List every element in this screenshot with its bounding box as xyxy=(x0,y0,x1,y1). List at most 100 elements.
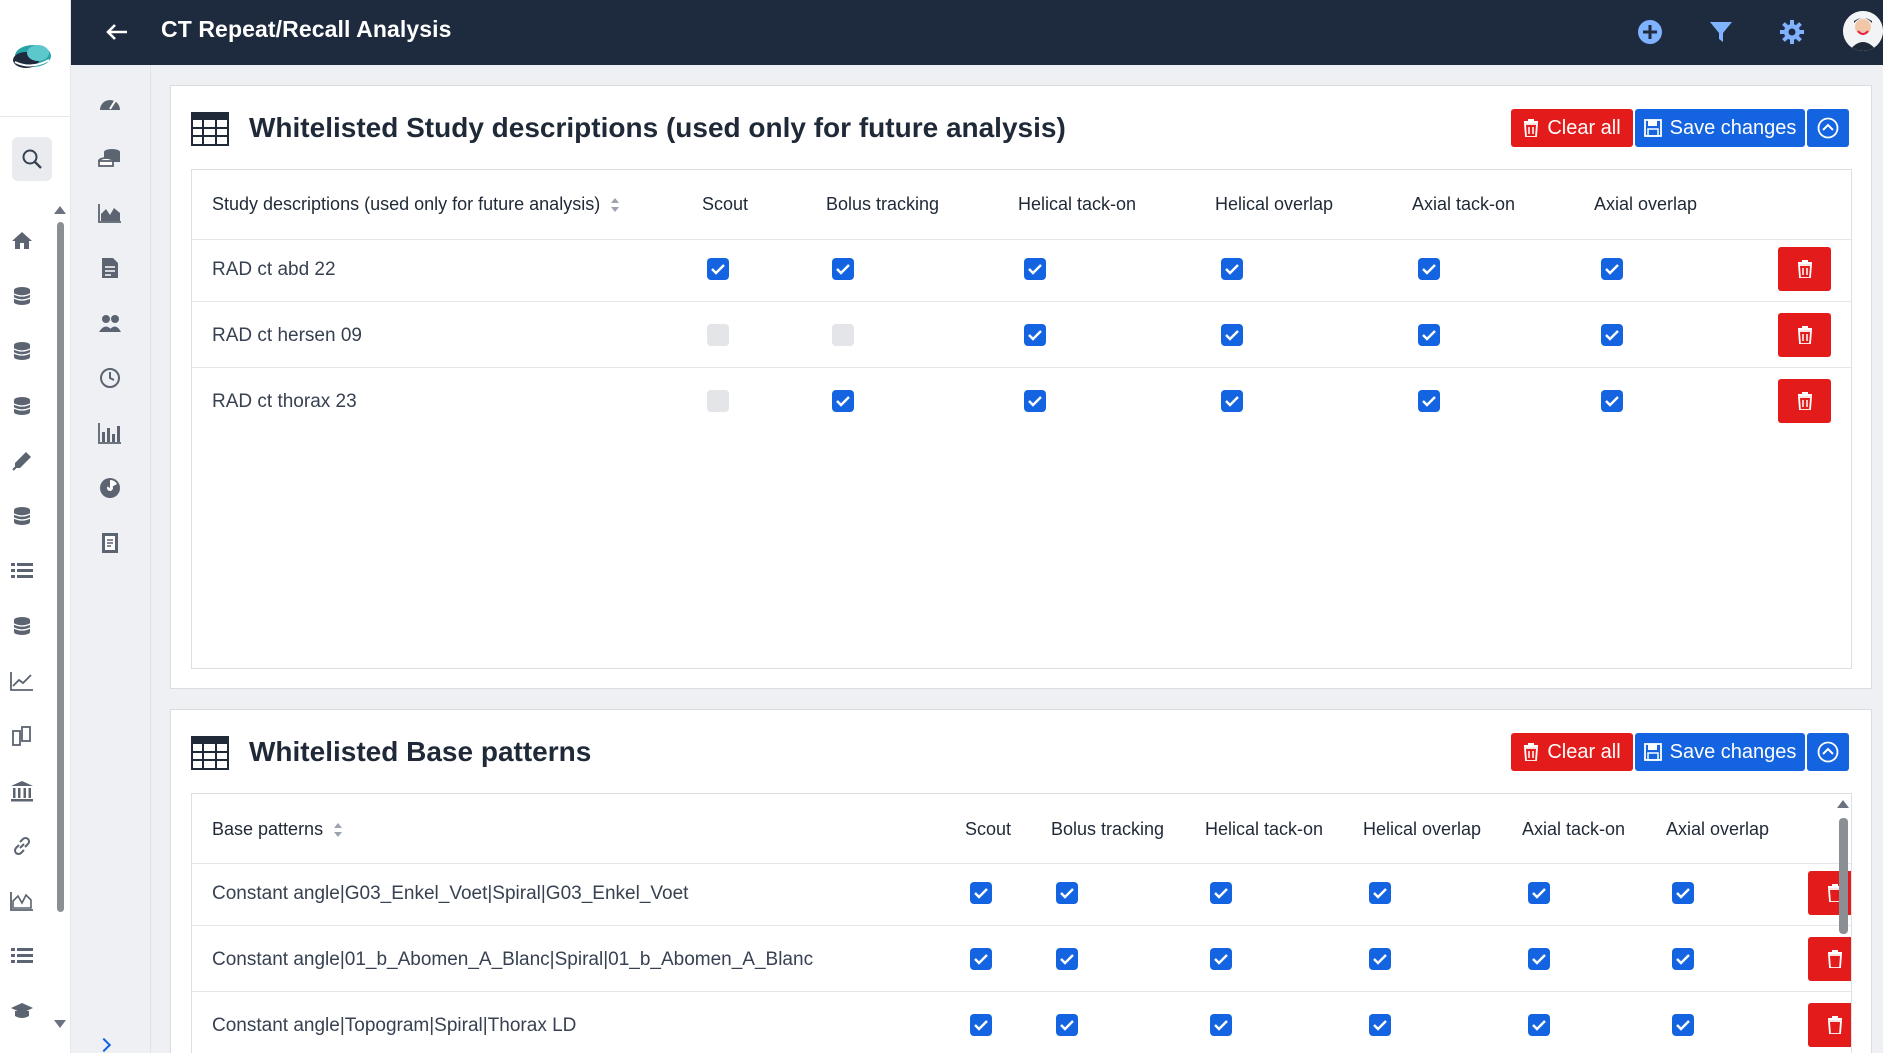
bolus-tracking-checkbox[interactable] xyxy=(832,258,854,280)
scout-checkbox[interactable] xyxy=(707,258,729,280)
check-icon xyxy=(974,954,988,965)
check-icon xyxy=(1225,264,1239,275)
rail-scroll-up[interactable] xyxy=(54,206,66,214)
bolus-tracking-checkbox[interactable] xyxy=(1056,1014,1078,1036)
line-chart-icon[interactable] xyxy=(8,667,36,695)
filter-button[interactable] xyxy=(1703,14,1739,50)
clock-icon[interactable] xyxy=(95,363,125,393)
bolus-tracking-checkbox[interactable] xyxy=(832,390,854,412)
scout-checkbox[interactable] xyxy=(707,324,729,346)
base-patterns-table: Base patterns Scout Bolus tracking Helic… xyxy=(191,793,1852,1053)
axial-overlap-checkbox[interactable] xyxy=(1601,258,1623,280)
sidebar-expand-chevron[interactable] xyxy=(96,1037,112,1053)
helical-overlap-checkbox[interactable] xyxy=(1221,258,1243,280)
axial-overlap-checkbox[interactable] xyxy=(1601,324,1623,346)
axial-overlap-checkbox[interactable] xyxy=(1672,1014,1694,1036)
column-header-base-patterns[interactable]: Base patterns xyxy=(212,819,343,840)
delete-row-button[interactable] xyxy=(1808,937,1851,981)
collapse-button[interactable] xyxy=(1807,733,1849,771)
column-header-study-descriptions[interactable]: Study descriptions (used only for future… xyxy=(212,194,620,215)
helical-tack-on-checkbox[interactable] xyxy=(1210,1014,1232,1036)
home-icon[interactable] xyxy=(8,226,36,254)
bolus-tracking-checkbox[interactable] xyxy=(832,324,854,346)
bar-chart-icon[interactable] xyxy=(95,418,125,448)
rail-scroll-down[interactable] xyxy=(54,1020,66,1028)
scout-checkbox[interactable] xyxy=(970,882,992,904)
avatar[interactable] xyxy=(1843,11,1883,51)
settings-button[interactable] xyxy=(1774,14,1810,50)
table-icon xyxy=(191,112,229,146)
study-description-cell: RAD ct abd 22 xyxy=(212,259,336,280)
axial-tack-on-checkbox[interactable] xyxy=(1418,324,1440,346)
rail-scrollbar[interactable] xyxy=(57,222,64,912)
helical-overlap-checkbox[interactable] xyxy=(1369,948,1391,970)
clear-all-button[interactable]: Clear all xyxy=(1511,109,1633,147)
table-scrollbar[interactable] xyxy=(1839,818,1848,934)
document-icon[interactable] xyxy=(95,253,125,283)
helical-tack-on-checkbox[interactable] xyxy=(1024,390,1046,412)
section-title: Whitelisted Base patterns xyxy=(249,736,592,767)
graduation-cap-icon[interactable] xyxy=(8,997,36,1025)
list-icon[interactable] xyxy=(8,942,36,970)
save-changes-button[interactable]: Save changes xyxy=(1635,109,1805,147)
trash-icon xyxy=(1797,326,1812,344)
add-button[interactable] xyxy=(1632,14,1668,50)
helical-tack-on-checkbox[interactable] xyxy=(1210,948,1232,970)
helical-tack-on-checkbox[interactable] xyxy=(1024,258,1046,280)
area-chart-icon[interactable] xyxy=(8,887,36,915)
axial-tack-on-checkbox[interactable] xyxy=(1418,258,1440,280)
institution-icon[interactable] xyxy=(8,777,36,805)
search-button[interactable] xyxy=(12,137,52,181)
database-icon[interactable] xyxy=(8,502,36,530)
delete-row-button[interactable] xyxy=(1778,313,1831,357)
helical-overlap-checkbox[interactable] xyxy=(1369,882,1391,904)
database-icon[interactable] xyxy=(8,612,36,640)
users-icon[interactable] xyxy=(95,308,125,338)
trash-icon xyxy=(1827,1016,1842,1034)
scout-checkbox[interactable] xyxy=(970,948,992,970)
axial-tack-on-checkbox[interactable] xyxy=(1528,948,1550,970)
database-icon[interactable] xyxy=(8,392,36,420)
database-icon[interactable] xyxy=(8,337,36,365)
logo-icon[interactable] xyxy=(11,36,53,74)
base-patterns-card: Whitelisted Base patterns Clear all Save… xyxy=(170,709,1872,1053)
helical-tack-on-checkbox[interactable] xyxy=(1210,882,1232,904)
helical-tack-on-checkbox[interactable] xyxy=(1024,324,1046,346)
axial-overlap-checkbox[interactable] xyxy=(1601,390,1623,412)
bolus-tracking-checkbox[interactable] xyxy=(1056,948,1078,970)
axial-overlap-checkbox[interactable] xyxy=(1672,948,1694,970)
report-icon[interactable] xyxy=(95,528,125,558)
database-icon[interactable] xyxy=(8,282,36,310)
area-chart-icon[interactable] xyxy=(95,198,125,228)
check-icon xyxy=(1532,888,1546,899)
delete-row-button[interactable] xyxy=(1778,379,1831,423)
table-scroll-up[interactable] xyxy=(1837,800,1849,808)
books-icon[interactable] xyxy=(8,722,36,750)
axial-tack-on-checkbox[interactable] xyxy=(1418,390,1440,412)
gauge-icon[interactable] xyxy=(95,88,125,118)
scout-checkbox[interactable] xyxy=(970,1014,992,1036)
coins-icon[interactable] xyxy=(95,143,125,173)
back-button[interactable] xyxy=(101,16,133,48)
collapse-button[interactable] xyxy=(1807,109,1849,147)
axial-tack-on-checkbox[interactable] xyxy=(1528,882,1550,904)
axial-overlap-checkbox[interactable] xyxy=(1672,882,1694,904)
syringe-icon[interactable] xyxy=(8,447,36,475)
delete-row-button[interactable] xyxy=(1778,247,1831,291)
radiation-icon[interactable] xyxy=(95,473,125,503)
save-changes-button[interactable]: Save changes xyxy=(1635,733,1805,771)
helical-overlap-checkbox[interactable] xyxy=(1221,324,1243,346)
helical-overlap-checkbox[interactable] xyxy=(1221,390,1243,412)
axial-tack-on-checkbox[interactable] xyxy=(1528,1014,1550,1036)
link-icon[interactable] xyxy=(8,832,36,860)
column-header-scout: Scout xyxy=(702,194,749,214)
helical-overlap-checkbox[interactable] xyxy=(1369,1014,1391,1036)
delete-row-button[interactable] xyxy=(1808,1003,1851,1047)
list-icon[interactable] xyxy=(8,557,36,585)
column-header-helical-tack-on: Helical tack-on xyxy=(1018,194,1137,214)
bolus-tracking-checkbox[interactable] xyxy=(1056,882,1078,904)
row-divider xyxy=(192,367,1851,368)
scout-checkbox[interactable] xyxy=(707,390,729,412)
clear-all-button[interactable]: Clear all xyxy=(1511,733,1633,771)
top-header: CT Repeat/Recall Analysis xyxy=(71,0,1883,65)
